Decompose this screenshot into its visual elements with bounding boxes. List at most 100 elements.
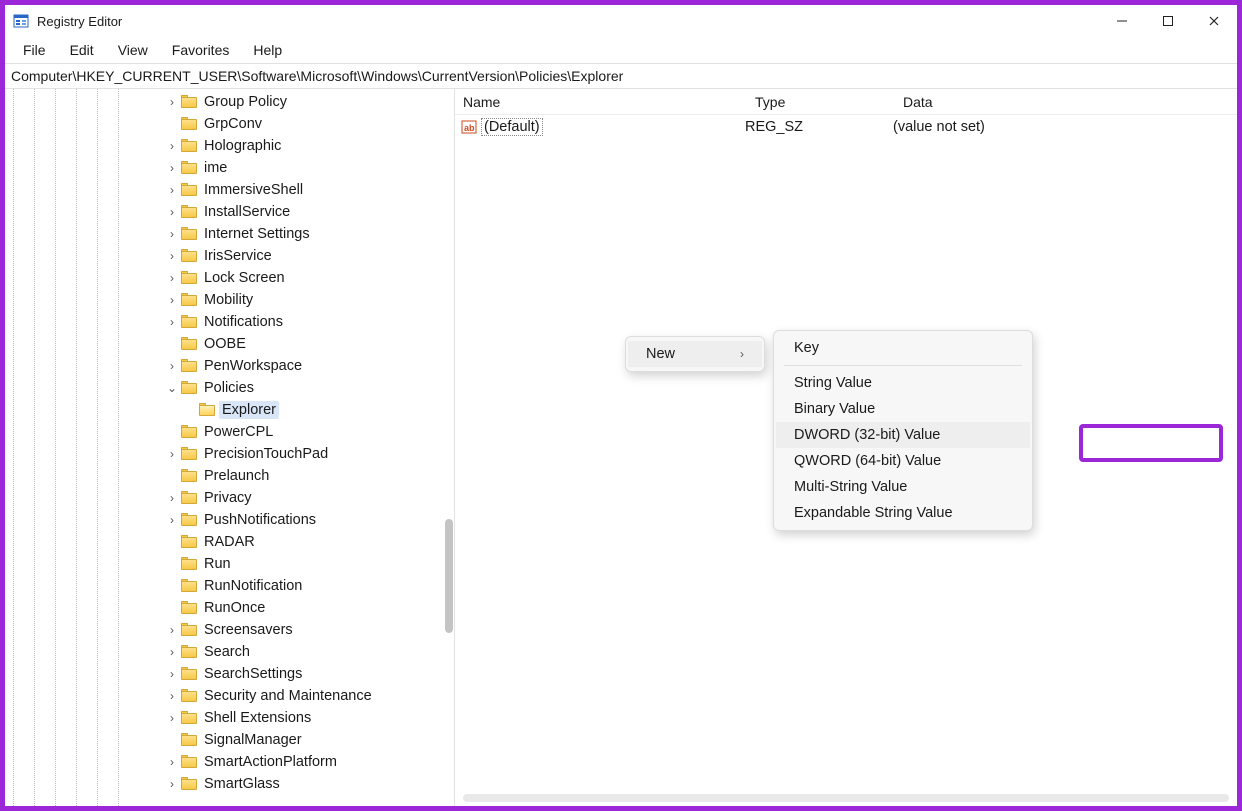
tree-node[interactable]: ›Shell Extensions: [163, 707, 454, 729]
chevron-right-icon[interactable]: ›: [165, 755, 179, 769]
folder-icon: [181, 337, 197, 351]
tree-node[interactable]: ›RunOnce: [163, 597, 454, 619]
tree-node[interactable]: ›RADAR: [163, 531, 454, 553]
menu-view[interactable]: View: [108, 40, 158, 60]
chevron-right-icon[interactable]: ›: [165, 139, 179, 153]
tree-node[interactable]: ›SmartActionPlatform: [163, 751, 454, 773]
chevron-right-icon[interactable]: ›: [165, 95, 179, 109]
folder-icon: [181, 315, 197, 329]
value-type: REG_SZ: [745, 119, 893, 135]
chevron-right-icon[interactable]: ›: [165, 777, 179, 791]
menu-item[interactable]: Multi-String Value: [776, 474, 1030, 500]
minimize-button[interactable]: [1099, 5, 1145, 37]
tree-node[interactable]: ›SignalManager: [163, 729, 454, 751]
menu-item[interactable]: QWORD (64-bit) Value: [776, 448, 1030, 474]
menu-favorites[interactable]: Favorites: [162, 40, 240, 60]
folder-icon: [181, 667, 197, 681]
tree-node[interactable]: ›PushNotifications: [163, 509, 454, 531]
tree-node[interactable]: › ime: [163, 157, 454, 179]
chevron-right-icon[interactable]: ›: [165, 249, 179, 263]
tree-node[interactable]: ›PowerCPL: [163, 421, 454, 443]
tree-node[interactable]: ›Privacy: [163, 487, 454, 509]
chevron-down-icon[interactable]: ⌄: [165, 381, 179, 395]
tree-node[interactable]: ›Internet Settings: [163, 223, 454, 245]
tree-node[interactable]: ›Lock Screen: [163, 267, 454, 289]
chevron-right-icon[interactable]: ›: [165, 227, 179, 241]
tree-node[interactable]: ›PenWorkspace: [163, 355, 454, 377]
tree-node[interactable]: ›OOBE: [163, 333, 454, 355]
close-button[interactable]: [1191, 5, 1237, 37]
tree-node[interactable]: ›IrisService: [163, 245, 454, 267]
menu-edit[interactable]: Edit: [60, 40, 104, 60]
window-controls: [1099, 5, 1237, 37]
tree-node-label: PowerCPL: [201, 423, 276, 441]
values-hscrollbar[interactable]: [463, 794, 1229, 802]
tree-node[interactable]: ›Explorer: [181, 399, 454, 421]
tree-node[interactable]: ›Screensavers: [163, 619, 454, 641]
chevron-right-icon[interactable]: ›: [165, 359, 179, 373]
col-header-type[interactable]: Type: [755, 94, 903, 110]
chevron-right-icon[interactable]: ›: [165, 667, 179, 681]
menu-file[interactable]: File: [13, 40, 56, 60]
tree-node-label: ime: [201, 159, 230, 177]
value-row[interactable]: ab (Default) REG_SZ (value not set): [455, 115, 1237, 139]
tree-node-label: Group Policy: [201, 93, 290, 111]
folder-icon: [181, 425, 197, 439]
maximize-button[interactable]: [1145, 5, 1191, 37]
menu-item[interactable]: Key: [776, 335, 1030, 361]
tree-scrollbar[interactable]: [445, 519, 453, 633]
tree-node[interactable]: ›SmartGlass: [163, 773, 454, 795]
chevron-right-icon[interactable]: ›: [165, 205, 179, 219]
menu-help[interactable]: Help: [243, 40, 292, 60]
tree-node[interactable]: ›PrecisionTouchPad: [163, 443, 454, 465]
chevron-right-icon[interactable]: ›: [165, 623, 179, 637]
tree-node[interactable]: ›Prelaunch: [163, 465, 454, 487]
menu-item[interactable]: DWORD (32-bit) Value: [776, 422, 1030, 448]
tree-node[interactable]: ›GrpConv: [163, 113, 454, 135]
menu-item-label: QWORD (64-bit) Value: [794, 453, 941, 469]
tree-node[interactable]: ›Search: [163, 641, 454, 663]
chevron-right-icon[interactable]: ›: [165, 315, 179, 329]
folder-icon: [181, 733, 197, 747]
tree-node[interactable]: ›ImmersiveShell: [163, 179, 454, 201]
address-bar[interactable]: Computer\HKEY_CURRENT_USER\Software\Micr…: [5, 63, 1237, 89]
tree-node[interactable]: ›InstallService: [163, 201, 454, 223]
tree-node[interactable]: ›Mobility: [163, 289, 454, 311]
tree-node-label: RunOnce: [201, 599, 268, 617]
tree-node[interactable]: ›SearchSettings: [163, 663, 454, 685]
tree[interactable]: ›Group Policy›GrpConv›Holographic›ime›Im…: [135, 89, 454, 806]
tree-node[interactable]: ›Holographic: [163, 135, 454, 157]
menu-item-label: New: [646, 346, 675, 362]
folder-icon: [181, 711, 197, 725]
chevron-right-icon[interactable]: ›: [165, 183, 179, 197]
tree-node[interactable]: ›Security and Maintenance: [163, 685, 454, 707]
col-header-data[interactable]: Data: [903, 94, 1237, 110]
chevron-right-icon[interactable]: ›: [165, 491, 179, 505]
tree-node[interactable]: ›RunNotification: [163, 575, 454, 597]
chevron-right-icon: ›: [165, 579, 179, 593]
menu-item[interactable]: New›: [628, 341, 762, 367]
folder-icon: [181, 513, 197, 527]
chevron-right-icon[interactable]: ›: [165, 161, 179, 175]
menu-item[interactable]: Expandable String Value: [776, 500, 1030, 526]
chevron-right-icon[interactable]: ›: [165, 447, 179, 461]
chevron-right-icon[interactable]: ›: [165, 689, 179, 703]
tree-node-label: SignalManager: [201, 731, 305, 749]
chevron-right-icon: ›: [165, 535, 179, 549]
chevron-right-icon[interactable]: ›: [165, 271, 179, 285]
folder-icon: [181, 95, 197, 109]
col-header-name[interactable]: Name: [455, 94, 755, 110]
tree-node[interactable]: ›Run: [163, 553, 454, 575]
value-name: (Default): [481, 118, 543, 136]
chevron-right-icon[interactable]: ›: [165, 513, 179, 527]
menu-item[interactable]: String Value: [776, 370, 1030, 396]
chevron-right-icon[interactable]: ›: [165, 711, 179, 725]
values-pane: Name Type Data ab (Default) REG_SZ (valu…: [455, 89, 1237, 806]
folder-icon: [181, 579, 197, 593]
chevron-right-icon[interactable]: ›: [165, 293, 179, 307]
tree-node[interactable]: ⌄Policies: [163, 377, 454, 399]
menu-item[interactable]: Binary Value: [776, 396, 1030, 422]
tree-node[interactable]: ›Notifications: [163, 311, 454, 333]
chevron-right-icon[interactable]: ›: [165, 645, 179, 659]
tree-node[interactable]: › Group Policy: [163, 91, 454, 113]
